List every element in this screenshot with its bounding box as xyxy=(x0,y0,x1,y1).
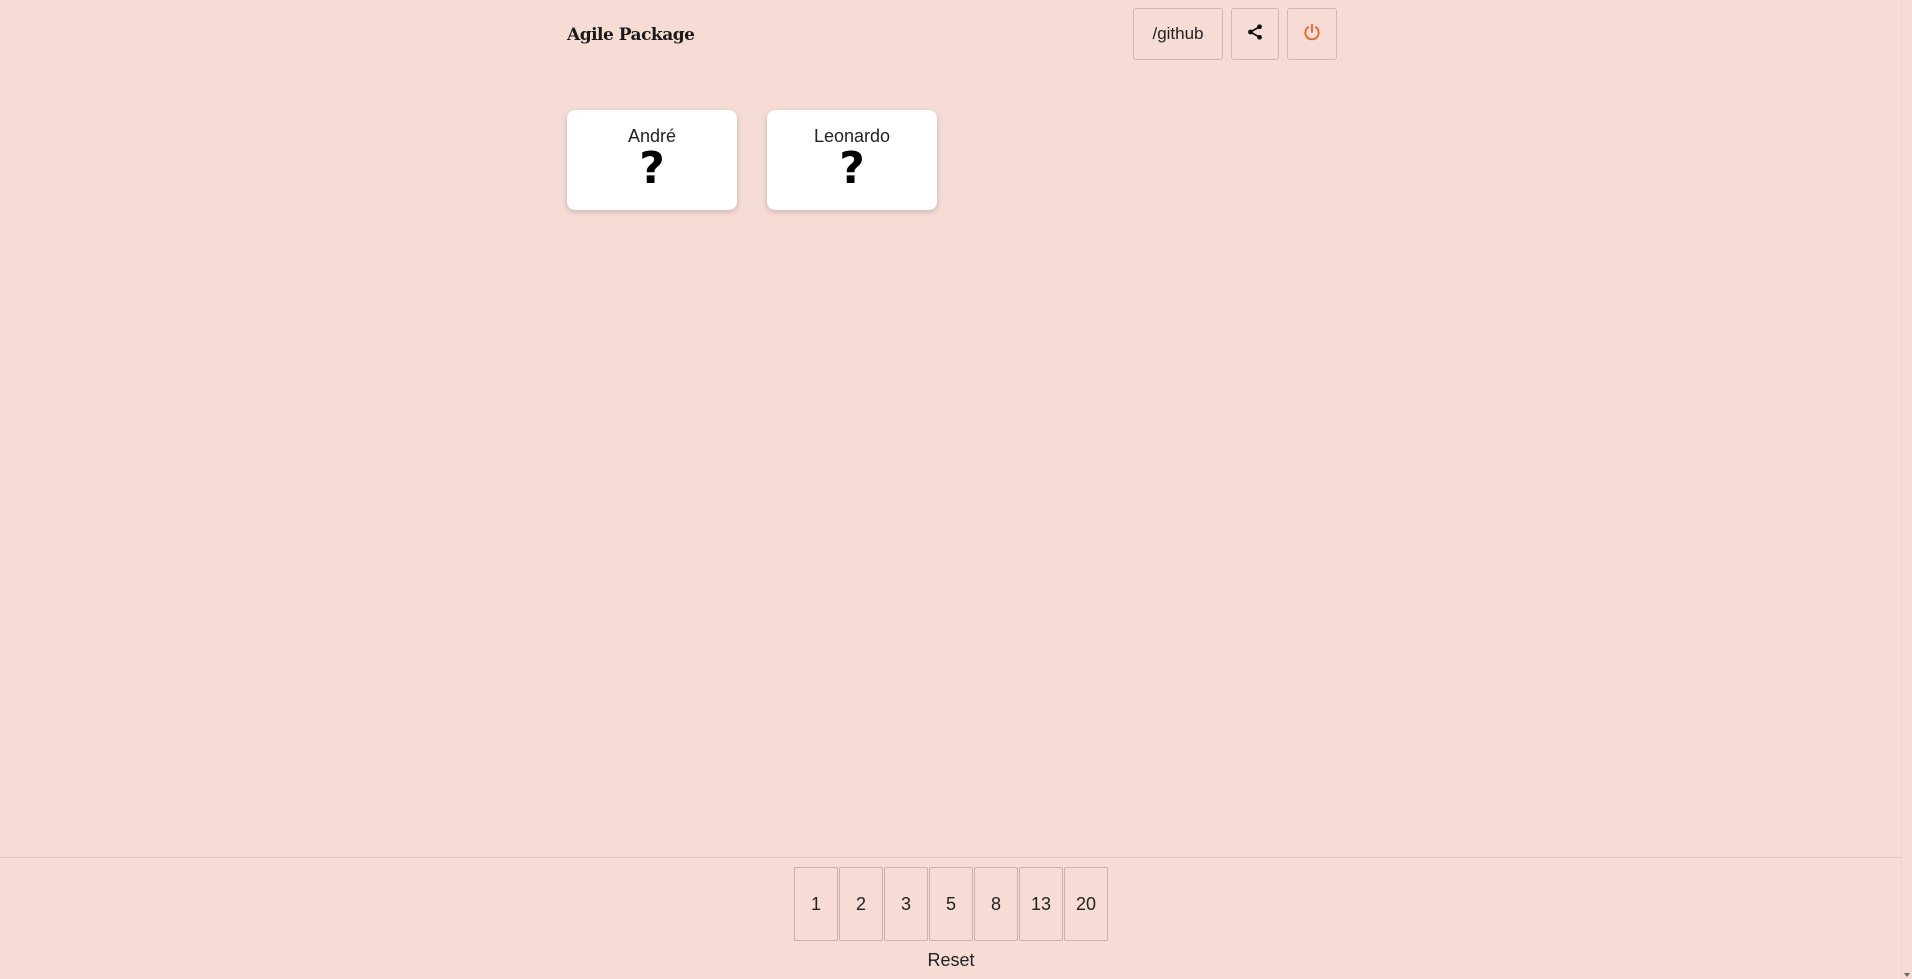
card-deck: 1 2 3 5 8 13 20 xyxy=(794,867,1109,941)
deck-card-3[interactable]: 3 xyxy=(884,867,928,941)
footer: 1 2 3 5 8 13 20 Reset xyxy=(0,857,1902,979)
player-card: André ? xyxy=(567,110,737,210)
power-icon xyxy=(1302,22,1322,47)
page: Agile Package /github André ? Leonardo ?… xyxy=(0,0,1912,979)
scrollbar[interactable] xyxy=(1901,0,1912,979)
player-vote: ? xyxy=(839,143,865,194)
deck-card-2[interactable]: 2 xyxy=(839,867,883,941)
scroll-down-arrow-icon[interactable] xyxy=(1904,973,1910,977)
deck-card-13[interactable]: 13 xyxy=(1019,867,1063,941)
share-button[interactable] xyxy=(1231,8,1279,60)
github-button[interactable]: /github xyxy=(1133,8,1223,60)
reset-button[interactable]: Reset xyxy=(927,950,974,970)
player-vote: ? xyxy=(639,143,665,194)
share-icon xyxy=(1246,23,1264,46)
brand-title: Agile Package xyxy=(567,25,695,45)
deck-card-1[interactable]: 1 xyxy=(794,867,838,941)
deck-card-5[interactable]: 5 xyxy=(929,867,973,941)
deck-card-20[interactable]: 20 xyxy=(1064,867,1108,941)
header: Agile Package /github xyxy=(567,8,1337,62)
player-card: Leonardo ? xyxy=(767,110,937,210)
logout-button[interactable] xyxy=(1287,8,1337,60)
reset-row: Reset xyxy=(0,950,1902,971)
deck-card-8[interactable]: 8 xyxy=(974,867,1018,941)
